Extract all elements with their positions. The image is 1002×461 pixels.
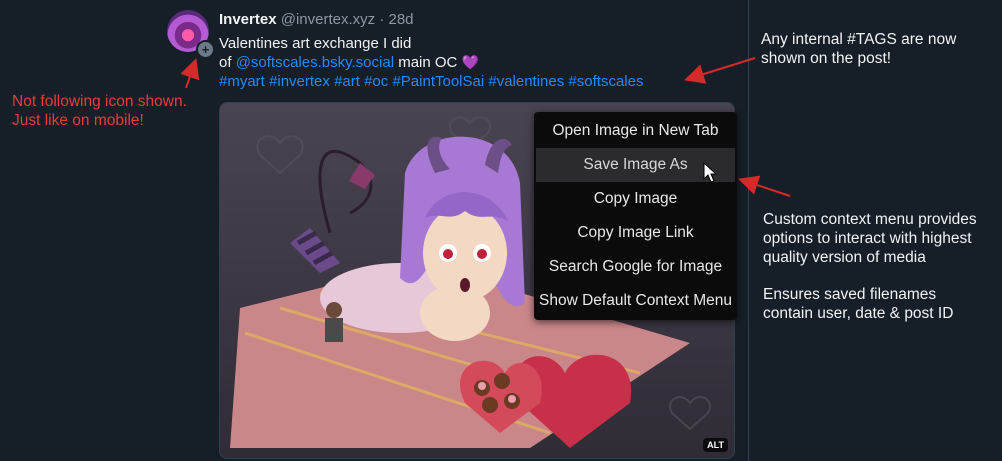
custom-context-menu: Open Image in New Tab Save Image As Copy… [534, 112, 737, 320]
filename-note-line: contain user, date & post ID [763, 305, 954, 322]
menu-copy-image[interactable]: Copy Image [536, 182, 735, 216]
mouse-cursor-icon [703, 162, 717, 183]
tags-note-line: shown on the post! [761, 50, 892, 67]
hashtag-link[interactable]: #PaintToolSai [392, 73, 484, 90]
tags-annotation: Any internal #TAGS are now shown on the … [761, 30, 956, 68]
author-display-name[interactable]: Invertex [219, 11, 277, 28]
post-age[interactable]: 28d [388, 11, 413, 28]
tags-note-line: Any internal #TAGS are now [761, 31, 957, 48]
hashtag-link[interactable]: #softscales [568, 73, 643, 90]
hashtag-link[interactable]: #invertex [269, 73, 330, 90]
menu-copy-image-link[interactable]: Copy Image Link [536, 216, 735, 250]
menu-annotation: Custom context menu provides options to … [763, 210, 977, 267]
post-text-of: of [219, 54, 232, 71]
post-text-line1: Valentines art exchange I did [219, 35, 412, 52]
follow-note-line: Not following icon shown. [12, 93, 187, 110]
author-handle[interactable]: @invertex.xyz [281, 11, 375, 28]
purple-heart-icon: 💜 [461, 54, 479, 70]
menu-search-google-for-image[interactable]: Search Google for Image [536, 250, 735, 284]
separator-dot: · [379, 11, 385, 28]
arrow-to-follow-badge [180, 58, 200, 89]
post-body: Valentines art exchange I did of @softsc… [219, 34, 719, 91]
hashtag-link[interactable]: #valentines [488, 73, 564, 90]
follow-annotation: Not following icon shown. Just like on m… [12, 92, 187, 130]
alt-text-badge[interactable]: ALT [703, 438, 728, 452]
hashtag-link[interactable]: #oc [364, 73, 388, 90]
menu-open-image-new-tab[interactable]: Open Image in New Tab [536, 114, 735, 148]
hashtag-link[interactable]: #myart [219, 73, 265, 90]
menu-show-default-context-menu[interactable]: Show Default Context Menu [536, 284, 735, 318]
menu-note-line: options to interact with highest [763, 230, 972, 247]
feed-column-border [748, 0, 749, 461]
hashtag-list: #myart #invertex #art #oc #PaintToolSai … [219, 72, 719, 91]
post-text-after: main OC [398, 54, 458, 71]
post-header: Invertex @invertex.xyz · 28d [219, 11, 414, 28]
mention-link[interactable]: @softscales.bsky.social [236, 54, 394, 71]
menu-note-line: quality version of media [763, 249, 926, 266]
menu-note-line: Custom context menu provides [763, 211, 977, 228]
hashtag-link[interactable]: #art [334, 73, 360, 90]
filename-annotation: Ensures saved filenames contain user, da… [763, 285, 953, 323]
filename-note-line: Ensures saved filenames [763, 286, 937, 303]
not-following-plus-icon[interactable]: + [196, 40, 215, 59]
follow-note-line: Just like on mobile! [12, 112, 144, 129]
arrow-to-context-menu [738, 175, 791, 197]
